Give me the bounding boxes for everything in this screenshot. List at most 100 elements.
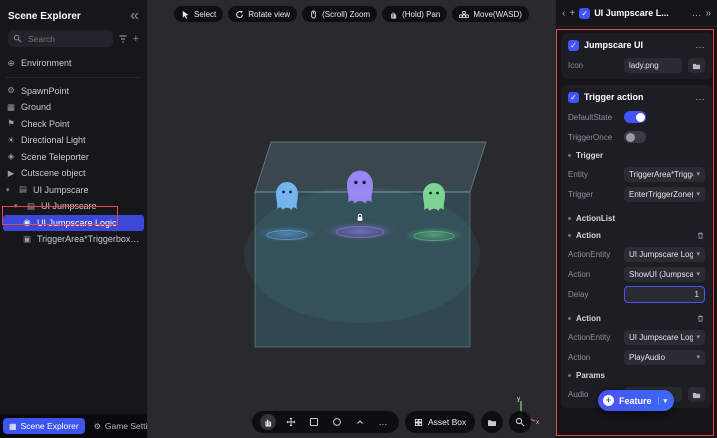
tree-divider (6, 77, 141, 78)
select-value: EnterTriggerZone(P... (629, 190, 693, 199)
tool-label: Rotate view (248, 10, 290, 19)
tab-scene-explorer[interactable]: ▦ Scene Explorer (3, 418, 85, 434)
delay-input[interactable]: 1 (624, 286, 705, 303)
filter-icon[interactable] (118, 34, 128, 44)
rotate-view-button[interactable]: Rotate view (228, 6, 297, 22)
section-menu-icon[interactable]: … (695, 40, 705, 51)
box-icon: ▣ (22, 234, 32, 245)
action-entity-select[interactable]: UI Jumpscare Logic ▾ (624, 247, 705, 262)
subsection-title: ActionList (576, 214, 615, 223)
sidebar-item-check-point[interactable]: ⚑ Check Point (0, 116, 147, 133)
move-tool-button[interactable] (283, 414, 299, 430)
field-label: TriggerOnce (568, 133, 618, 142)
sidebar-item-ui-jumpscare[interactable]: ▾ ▤ UI Jumpscare (0, 182, 147, 199)
viewport-bottom-toolbar: … Asset Box (252, 411, 531, 433)
collapse-panel-icon[interactable]: « (130, 7, 139, 25)
chevron-down-icon: ▾ (696, 333, 700, 341)
teleporter-icon: ◈ (6, 151, 16, 162)
trigger-action-checkbox[interactable]: ✓ (568, 92, 579, 103)
sidebar-item-ground[interactable]: ▦ Ground (0, 99, 147, 116)
search-scene-button[interactable] (509, 411, 531, 433)
delete-action-icon[interactable] (696, 314, 705, 323)
item-label: SpawnPoint (21, 86, 69, 96)
sidebar-item-environment[interactable]: ⊕ Environment (0, 55, 147, 72)
transform-tool-group: … (252, 411, 399, 433)
more-menu-icon[interactable]: … (691, 8, 701, 19)
tool-label: (Hold) Pan (402, 10, 440, 19)
jumpscare-ui-checkbox[interactable]: ✓ (568, 40, 579, 51)
sidebar-item-ui-jumpscare-logic[interactable]: ◉ UI Jumpscare Logic (3, 215, 144, 232)
field-label: DefaultState (568, 113, 618, 122)
tool-label: Select (194, 10, 216, 19)
viewport-mode-toolbar: Select Rotate view (Scroll) Zoom (Hold) … (148, 6, 555, 22)
default-state-toggle[interactable] (624, 111, 646, 123)
item-label: UI Jumpscare (41, 201, 97, 211)
app-root: Scene Explorer « + ⊕ Environment ⚙ (0, 0, 717, 438)
item-label: Directional Light (21, 135, 86, 145)
play-icon: ▶ (6, 168, 16, 179)
scene-tree: ⊕ Environment ⚙ SpawnPoint ▦ Ground ⚑ Ch… (0, 53, 147, 414)
scene-explorer-panel: Scene Explorer « + ⊕ Environment ⚙ (0, 0, 148, 438)
pan-tool-button[interactable] (260, 414, 276, 430)
action-select[interactable]: PlayAudio ▾ (624, 350, 705, 365)
trigger-select[interactable]: EnterTriggerZone(P... ▾ (624, 187, 705, 202)
grid-icon: ▦ (9, 422, 17, 431)
section-title: Trigger action (584, 92, 690, 102)
gear-icon: ⚙ (6, 85, 16, 96)
sidebar-item-cutscene-object[interactable]: ▶ Cutscene object (0, 165, 147, 182)
subsection-title: Params (576, 371, 605, 380)
scroll-zoom-button[interactable]: (Scroll) Zoom (302, 6, 377, 22)
action-select[interactable]: ShowUI (Jumpscare UI) ▾ (624, 267, 705, 282)
gear-icon: ⚙ (94, 422, 101, 431)
tool-label: Move(WASD) (473, 10, 522, 19)
collapse-inspector-icon[interactable]: » (705, 8, 711, 19)
sidebar-item-spawnpoint[interactable]: ⚙ SpawnPoint (0, 83, 147, 100)
action-entity-select[interactable]: UI Jumpscare Logic ▾ (624, 330, 705, 345)
more-tools-icon[interactable]: … (375, 414, 391, 430)
ui-icon: ▤ (18, 184, 28, 195)
select-tool-button[interactable]: Select (174, 6, 223, 22)
sidebar-item-ui-jumpscare-child[interactable]: ▾ ▤ UI Jumpscare (0, 198, 147, 215)
icon-file-input[interactable]: lady.png (624, 58, 682, 73)
chevron-down-icon[interactable]: ▾ (14, 202, 21, 210)
item-label: Environment (21, 58, 72, 68)
entity-enabled-checkbox[interactable]: ✓ (579, 8, 590, 19)
feature-button[interactable]: + Feature ▾ (598, 390, 674, 411)
move-wasd-button[interactable]: Move(WASD) (452, 6, 529, 22)
entity-select[interactable]: TriggerArea*Trigger... ▾ (624, 167, 705, 182)
browse-audio-button[interactable] (688, 387, 705, 402)
back-icon[interactable]: ‹ (562, 8, 565, 19)
inspector-panel: ‹ + ✓ UI Jumpscare L... … » ✓ Jumpscare … (555, 0, 717, 438)
chevron-down-icon: ▾ (696, 250, 700, 258)
add-entity-icon[interactable]: + (133, 33, 139, 45)
field-value: 1 (630, 290, 699, 299)
chevron-down-icon[interactable]: ▾ (6, 186, 13, 194)
trigger-once-toggle[interactable] (624, 131, 646, 143)
viewport-canvas[interactable] (148, 0, 555, 438)
search-input[interactable] (26, 33, 108, 45)
scale-tool-button[interactable] (306, 414, 322, 430)
subsection-title: Action (576, 314, 601, 323)
chevron-up-icon[interactable] (352, 414, 368, 430)
sidebar-item-directional-light[interactable]: ☀ Directional Light (0, 132, 147, 149)
browse-file-button[interactable] (688, 58, 705, 73)
delete-action-icon[interactable] (696, 231, 705, 240)
section-menu-icon[interactable]: … (695, 92, 705, 103)
add-component-icon[interactable]: + (569, 8, 575, 19)
chevron-down-icon[interactable]: ▾ (658, 397, 668, 405)
sidebar-item-scene-teleporter[interactable]: ◈ Scene Teleporter (0, 149, 147, 166)
search-input-box[interactable] (8, 30, 113, 47)
rotate-tool-button[interactable] (329, 414, 345, 430)
chevron-down-icon: ▾ (696, 353, 700, 361)
bullet-icon (568, 374, 571, 377)
item-label: UI Jumpscare Logic (37, 218, 117, 228)
item-label: UI Jumpscare (33, 185, 89, 195)
sidebar-item-trigger-area[interactable]: ▣ TriggerArea*TriggerboxIsNeces... (0, 231, 147, 248)
folder-button[interactable] (481, 411, 503, 433)
bullet-icon (568, 234, 571, 237)
search-icon (13, 34, 22, 43)
hold-pan-button[interactable]: (Hold) Pan (382, 6, 447, 22)
asset-box-button[interactable]: Asset Box (405, 411, 475, 433)
field-label: Trigger (568, 190, 618, 199)
select-value: TriggerArea*Trigger... (629, 170, 693, 179)
